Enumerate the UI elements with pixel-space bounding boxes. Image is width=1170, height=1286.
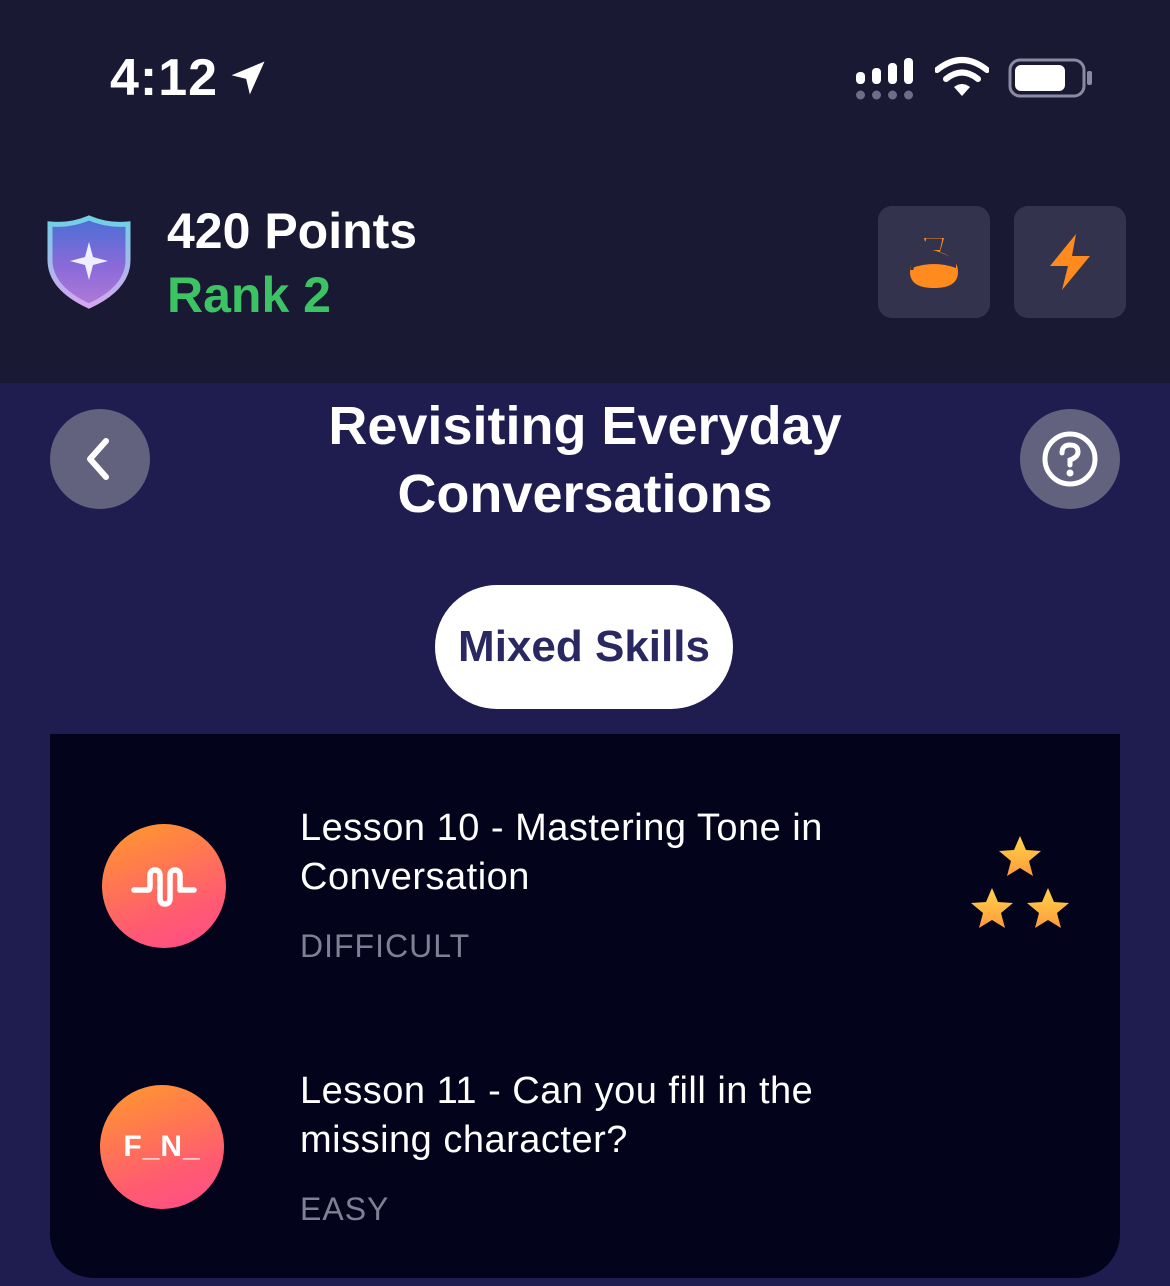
sound-wave-icon [131, 867, 197, 907]
points-label: 420 Points [167, 203, 418, 259]
page-title: Revisiting Everyday Conversations [328, 396, 842, 524]
category-pill-mixed-skills[interactable]: Mixed Skills [435, 585, 733, 709]
wifi-icon [935, 57, 989, 96]
top-bar: 4:12 420 Points Rank 2 [0, 0, 1170, 383]
potion-icon [910, 238, 958, 288]
rank-label: Rank 2 [167, 267, 331, 323]
three-stars-icon [971, 836, 1069, 928]
lesson-list: Lesson 10 - Mastering Tone in Conversati… [50, 734, 1120, 1278]
signal-icon [856, 58, 913, 100]
shield-icon [47, 215, 131, 309]
help-button[interactable] [1020, 409, 1120, 509]
lesson-title-10: Lesson 10 - Mastering Tone in Conversati… [300, 807, 823, 898]
potion-button[interactable] [878, 206, 990, 318]
status-time: 4:12 [110, 49, 219, 107]
lesson-icon-text-11: F_N_ [123, 1130, 201, 1163]
question-mark-icon [1042, 431, 1098, 487]
lesson-icon-10 [102, 824, 226, 948]
bolt-button[interactable] [1014, 206, 1126, 318]
battery-icon [1008, 58, 1092, 98]
back-button[interactable] [50, 409, 150, 509]
lesson-icon-11: F_N_ [100, 1085, 224, 1209]
location-arrow-icon [231, 61, 265, 95]
lesson-title-11: Lesson 11 - Can you fill in the missing … [300, 1070, 814, 1161]
lightning-bolt-icon [1050, 234, 1090, 290]
lesson-level-11: EASY [300, 1191, 390, 1227]
lesson-level-10: DIFFICULT [300, 928, 471, 964]
chevron-left-icon [87, 438, 109, 480]
